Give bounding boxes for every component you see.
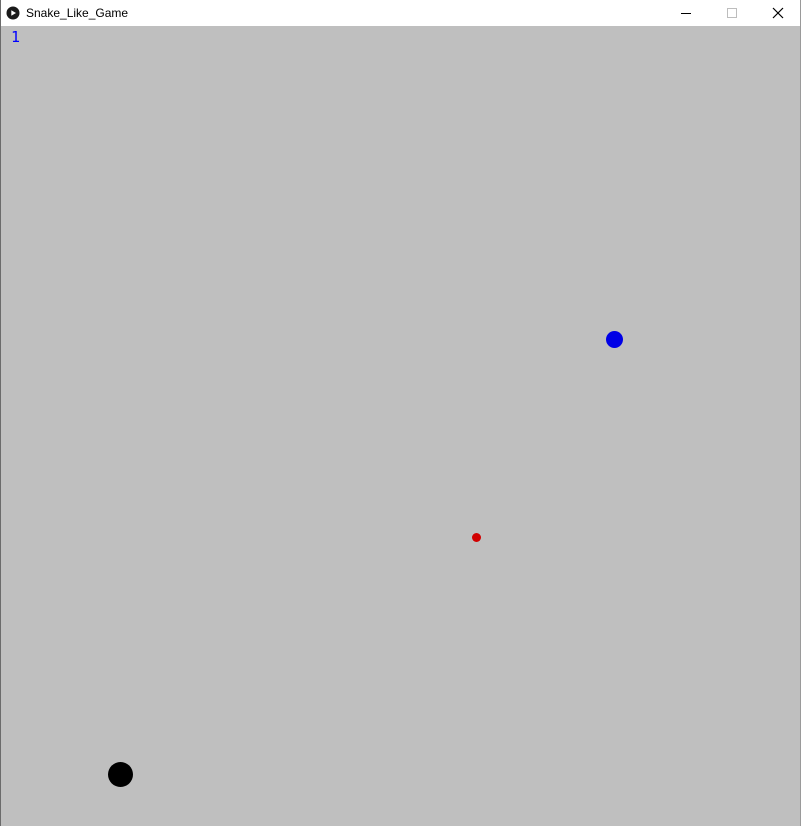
food-dot	[472, 533, 481, 542]
app-window: Snake_Like_Game 1	[0, 0, 801, 826]
game-canvas[interactable]: 1	[1, 26, 800, 826]
score-counter: 1	[11, 28, 21, 46]
window-title: Snake_Like_Game	[26, 6, 129, 20]
app-play-icon	[6, 6, 20, 20]
close-icon	[772, 7, 784, 19]
enemy-ball	[108, 762, 133, 787]
close-button[interactable]	[755, 0, 801, 26]
player-ball	[606, 331, 623, 348]
minimize-button[interactable]	[663, 0, 709, 26]
minimize-icon	[681, 13, 691, 14]
maximize-icon	[727, 8, 737, 18]
maximize-button[interactable]	[709, 0, 755, 26]
title-bar[interactable]: Snake_Like_Game	[1, 0, 800, 26]
